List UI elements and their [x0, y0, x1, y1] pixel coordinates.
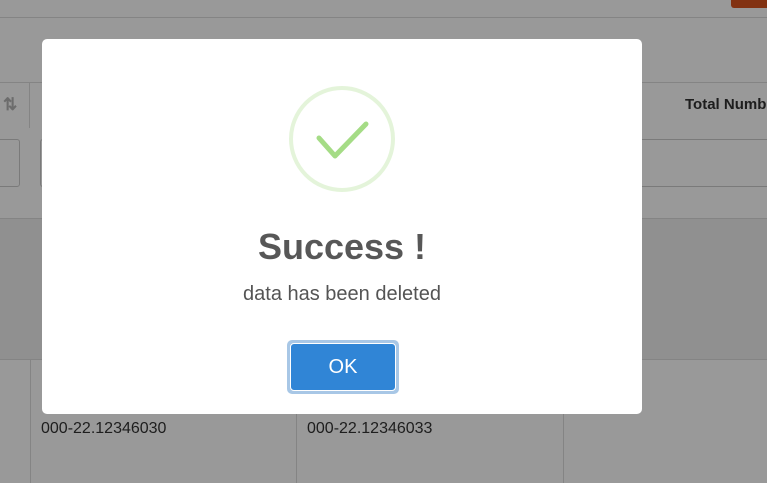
dialog-message: data has been deleted	[243, 283, 441, 305]
ok-button-focus-ring: OK	[287, 340, 399, 394]
ok-button[interactable]: OK	[290, 343, 396, 391]
success-dialog: Success ! data has been deleted OK	[42, 39, 642, 414]
success-check-icon	[289, 86, 395, 192]
dialog-title: Success !	[257, 226, 427, 267]
